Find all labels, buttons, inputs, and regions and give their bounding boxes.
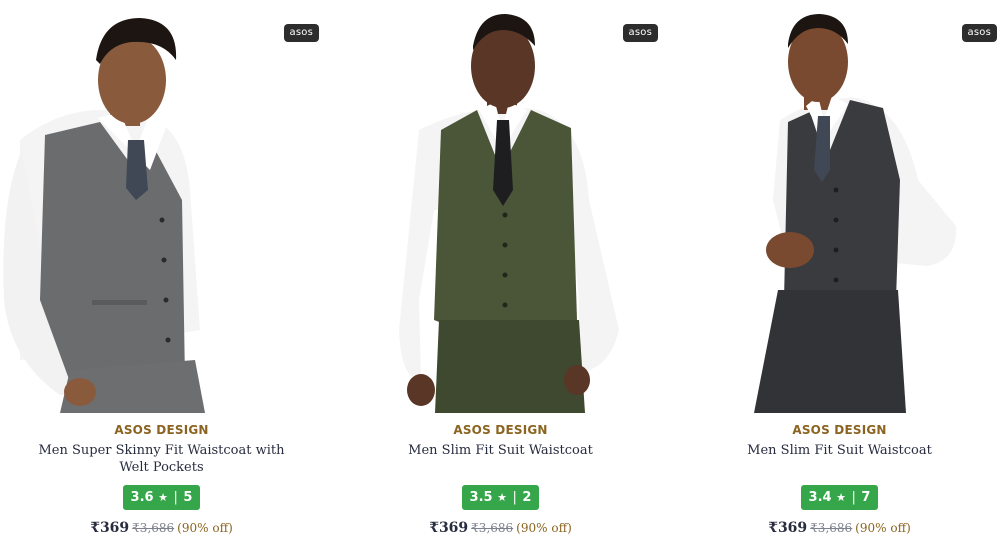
product-name[interactable]: Men Super Skinny Fit Waistcoat with Welt… bbox=[0, 442, 323, 476]
rating-value: 3.5 bbox=[469, 490, 493, 505]
rating-value: 3.6 bbox=[130, 490, 154, 505]
price-row: ₹369 ₹3,686 (90% off) bbox=[339, 520, 662, 535]
rating-separator: | bbox=[512, 490, 517, 505]
pants-shape bbox=[754, 290, 906, 413]
original-price: ₹3,686 bbox=[810, 521, 853, 535]
product-card[interactable]: asos ASOS DESIGN Men Slim Fit Suit Waist… bbox=[678, 0, 1005, 535]
product-grid: asos ASOS DESIGN Men Super Skinny Fit Wa… bbox=[0, 0, 1005, 535]
discount-label: (90% off) bbox=[855, 521, 911, 535]
brand-badge: asos bbox=[961, 24, 997, 42]
original-price: ₹3,686 bbox=[471, 521, 514, 535]
rating-count: 2 bbox=[522, 490, 532, 505]
rating-badge[interactable]: 3.4 ★ | 7 bbox=[800, 485, 879, 510]
original-price: ₹3,686 bbox=[132, 521, 175, 535]
star-icon: ★ bbox=[836, 491, 846, 504]
rating-row: 3.5 ★ | 2 bbox=[339, 485, 662, 511]
rating-row: 3.6 ★ | 5 bbox=[0, 485, 323, 511]
vest-shape bbox=[784, 100, 900, 318]
product-card[interactable]: asos ASOS DESIGN Men Slim Fit Suit Waist… bbox=[339, 0, 678, 535]
rating-separator: | bbox=[851, 490, 856, 505]
product-brand[interactable]: ASOS DESIGN bbox=[678, 421, 1001, 439]
rating-count: 5 bbox=[183, 490, 193, 505]
product-info: ASOS DESIGN Men Super Skinny Fit Waistco… bbox=[0, 421, 323, 535]
rating-value: 3.4 bbox=[808, 490, 832, 505]
product-card[interactable]: asos ASOS DESIGN Men Super Skinny Fit Wa… bbox=[0, 0, 339, 535]
model-photo bbox=[3, 18, 205, 413]
selling-price: ₹369 bbox=[429, 520, 469, 535]
price-row: ₹369 ₹3,686 (90% off) bbox=[678, 520, 1001, 535]
rating-separator: | bbox=[173, 490, 178, 505]
product-name[interactable]: Men Slim Fit Suit Waistcoat bbox=[339, 442, 662, 459]
rating-badge[interactable]: 3.5 ★ | 2 bbox=[461, 485, 540, 510]
price-row: ₹369 ₹3,686 (90% off) bbox=[0, 520, 323, 535]
rating-badge[interactable]: 3.6 ★ | 5 bbox=[122, 485, 201, 510]
rating-row: 3.4 ★ | 7 bbox=[678, 485, 1001, 511]
pants-shape bbox=[435, 320, 585, 413]
product-brand[interactable]: ASOS DESIGN bbox=[0, 421, 323, 439]
product-image[interactable]: asos bbox=[678, 0, 1001, 413]
product-info: ASOS DESIGN Men Slim Fit Suit Waistcoat … bbox=[678, 421, 1001, 535]
product-image[interactable]: asos bbox=[339, 0, 662, 413]
brand-badge: asos bbox=[283, 24, 319, 42]
discount-label: (90% off) bbox=[516, 521, 572, 535]
discount-label: (90% off) bbox=[177, 521, 233, 535]
product-info: ASOS DESIGN Men Slim Fit Suit Waistcoat … bbox=[339, 421, 662, 535]
model-photo bbox=[399, 14, 619, 413]
product-name[interactable]: Men Slim Fit Suit Waistcoat bbox=[678, 442, 1001, 459]
model-photo bbox=[754, 14, 957, 413]
product-brand[interactable]: ASOS DESIGN bbox=[339, 421, 662, 439]
selling-price: ₹369 bbox=[768, 520, 808, 535]
star-icon: ★ bbox=[497, 491, 507, 504]
star-icon: ★ bbox=[158, 491, 168, 504]
rating-count: 7 bbox=[861, 490, 871, 505]
product-image[interactable]: asos bbox=[0, 0, 323, 413]
brand-badge: asos bbox=[622, 24, 658, 42]
selling-price: ₹369 bbox=[90, 520, 130, 535]
